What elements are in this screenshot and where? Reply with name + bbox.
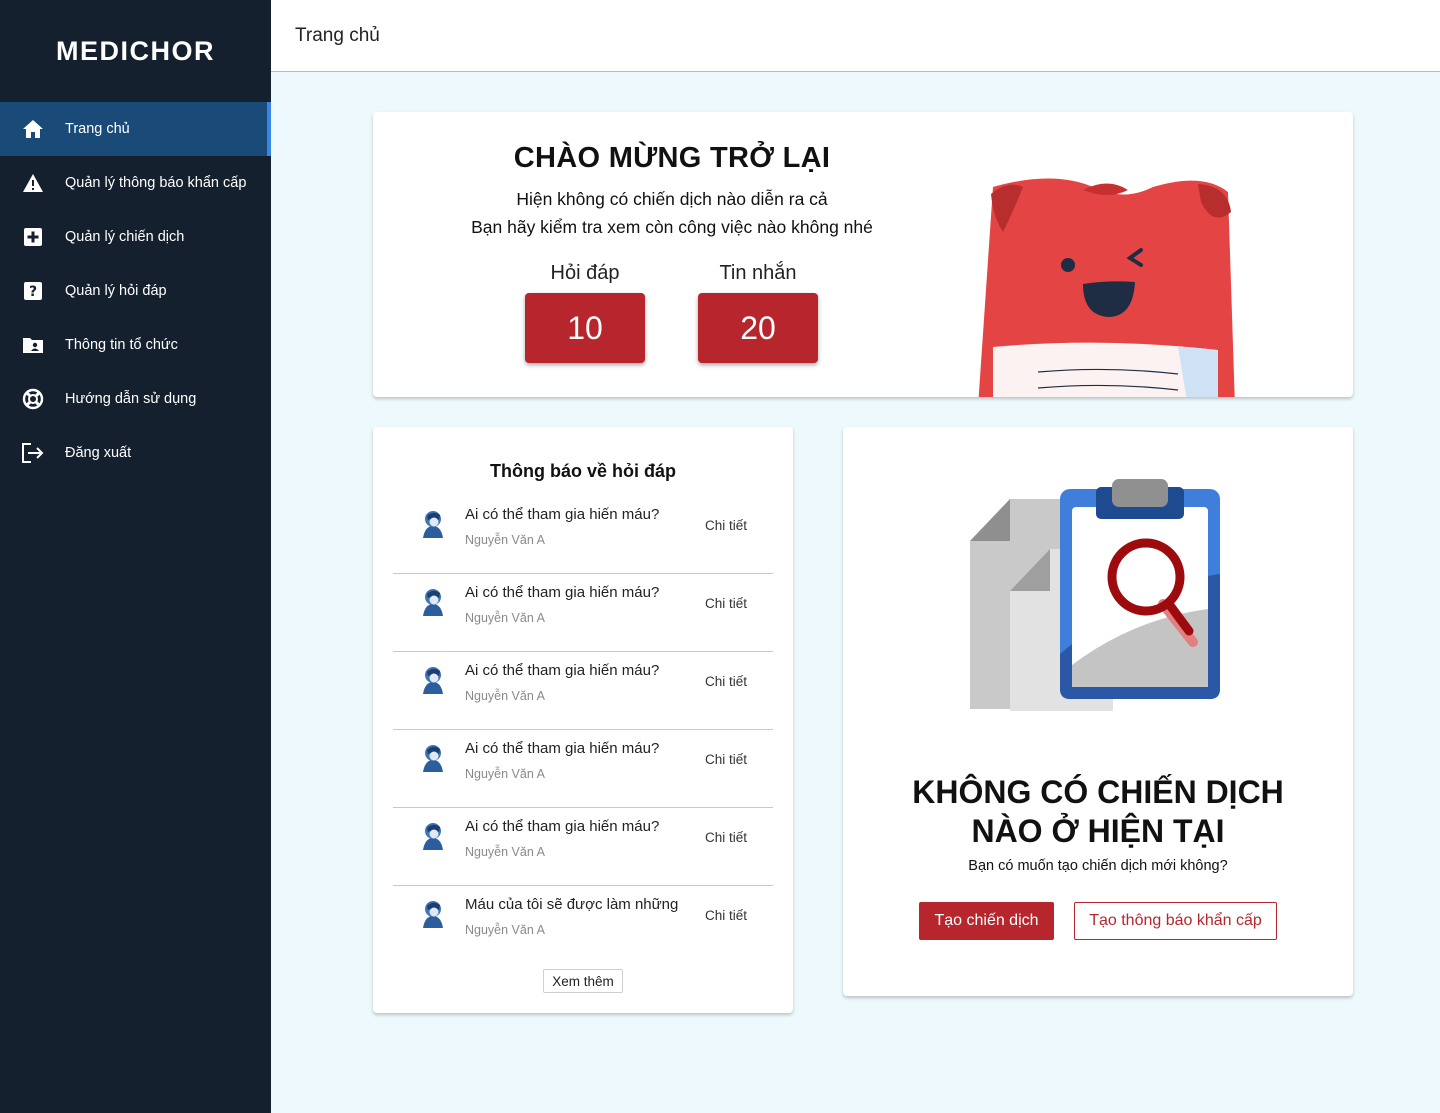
qa-question: Ai có thể tham gia hiến máu? (465, 506, 660, 523)
svg-text:?: ? (29, 284, 37, 300)
page-header: Trang chủ (271, 0, 1440, 72)
qa-question: Ai có thể tham gia hiến máu? (465, 818, 660, 835)
create-emergency-notice-button[interactable]: Tạo thông báo khẩn cấp (1074, 902, 1277, 940)
qa-list-item[interactable]: Ai có thể tham gia hiến máu? Nguyễn Văn … (393, 652, 773, 730)
home-icon (21, 117, 45, 141)
qa-author: Nguyễn Văn A (465, 767, 545, 781)
campaign-empty-card: KHÔNG CÓ CHIẾN DỊCH NÀO Ở HIỆN TẠI Bạn c… (843, 427, 1353, 996)
sidebar-item-logout[interactable]: Đăng xuất (0, 426, 271, 480)
avatar (419, 898, 447, 928)
sidebar-item-label: Quản lý chiến dịch (65, 229, 185, 245)
qa-list-item[interactable]: Ai có thể tham gia hiến máu? Nguyễn Văn … (393, 730, 773, 808)
avatar (419, 586, 447, 616)
qa-author: Nguyễn Văn A (465, 845, 545, 859)
sidebar-item-label: Đăng xuất (65, 445, 132, 461)
medical-plus-icon (21, 225, 45, 249)
qa-question: Ai có thể tham gia hiến máu? (465, 584, 660, 601)
message-count-label: Tin nhắn (719, 262, 797, 284)
sidebar-item-label: Quản lý thông báo khẩn cấp (65, 175, 247, 191)
organization-folder-icon (21, 333, 45, 357)
sidebar-item-qa[interactable]: ? Quản lý hỏi đáp (0, 264, 271, 318)
sidebar-item-guide[interactable]: Hướng dẫn sử dụng (0, 372, 271, 426)
sidebar-item-label: Quản lý hỏi đáp (65, 283, 167, 299)
welcome-line-2: Bạn hãy kiểm tra xem còn công việc nào k… (471, 217, 873, 237)
avatar (419, 742, 447, 772)
qa-author: Nguyễn Văn A (465, 689, 545, 703)
qa-author: Nguyễn Văn A (465, 611, 545, 625)
qa-detail-link[interactable]: Chi tiết (705, 674, 747, 689)
lifebuoy-icon (21, 387, 45, 411)
empty-title-line-2: NÀO Ở HIỆN TẠI (971, 813, 1225, 849)
qa-list-item[interactable]: Máu của tôi sẽ được làm những Nguyễn Văn… (393, 886, 773, 964)
qa-question: Ai có thể tham gia hiến máu? (465, 662, 660, 679)
clipboard-search-illustration (963, 479, 1223, 724)
empty-title-line-1: KHÔNG CÓ CHIẾN DỊCH (912, 774, 1284, 810)
sidebar-item-label: Hướng dẫn sử dụng (65, 391, 197, 407)
qa-list-item[interactable]: Ai có thể tham gia hiến máu? Nguyễn Văn … (393, 496, 773, 574)
qa-notifications-card: Thông báo về hỏi đáp Ai có thể tham gia … (373, 427, 793, 1013)
qa-detail-link[interactable]: Chi tiết (705, 596, 747, 611)
blood-bag-mascot-illustration (973, 172, 1243, 397)
qa-question: Ai có thể tham gia hiến máu? (465, 740, 660, 757)
qa-detail-link[interactable]: Chi tiết (705, 830, 747, 845)
sidebar: MEDICHOR Trang chủ Quản lý thông báo khẩ… (0, 0, 271, 1113)
qa-author: Nguyễn Văn A (465, 533, 545, 547)
welcome-line-1: Hiện không có chiến dịch nào diễn ra cả (516, 189, 828, 209)
qa-count-label: Hỏi đáp (550, 262, 620, 284)
qa-detail-link[interactable]: Chi tiết (705, 518, 747, 533)
qa-question: Máu của tôi sẽ được làm những (465, 896, 679, 913)
question-icon: ? (21, 279, 45, 303)
warning-icon (21, 171, 45, 195)
sidebar-item-label: Trang chủ (65, 121, 130, 137)
welcome-card: CHÀO MỪNG TRỞ LẠI Hiện không có chiến dị… (373, 112, 1353, 397)
empty-state-title: KHÔNG CÓ CHIẾN DỊCH NÀO Ở HIỆN TẠI (843, 773, 1353, 851)
qa-count-box[interactable]: 10 (525, 293, 645, 363)
app-logo: MEDICHOR (56, 35, 215, 66)
qa-author: Nguyễn Văn A (465, 923, 545, 937)
qa-detail-link[interactable]: Chi tiết (705, 908, 747, 923)
sidebar-item-home[interactable]: Trang chủ (0, 102, 271, 156)
avatar (419, 820, 447, 850)
see-more-button[interactable]: Xem thêm (543, 969, 623, 993)
welcome-title: CHÀO MỪNG TRỞ LẠI (513, 142, 831, 174)
empty-state-subtitle: Bạn có muốn tạo chiến dịch mới không? (968, 858, 1228, 874)
message-count-box[interactable]: 20 (698, 293, 818, 363)
logout-icon (21, 441, 45, 465)
page-title: Trang chủ (295, 24, 380, 46)
avatar (419, 508, 447, 538)
qa-detail-link[interactable]: Chi tiết (705, 752, 747, 767)
sidebar-item-campaigns[interactable]: Quản lý chiến dịch (0, 210, 271, 264)
sidebar-item-organization[interactable]: Thông tin tổ chức (0, 318, 271, 372)
qa-list-item[interactable]: Ai có thể tham gia hiến máu? Nguyễn Văn … (393, 808, 773, 886)
sidebar-item-emergency[interactable]: Quản lý thông báo khẩn cấp (0, 156, 271, 210)
qa-card-title: Thông báo về hỏi đáp (490, 461, 676, 481)
qa-list-item[interactable]: Ai có thể tham gia hiến máu? Nguyễn Văn … (393, 574, 773, 652)
create-campaign-button[interactable]: Tạo chiến dịch (919, 902, 1054, 940)
sidebar-item-label: Thông tin tổ chức (65, 337, 178, 353)
avatar (419, 664, 447, 694)
